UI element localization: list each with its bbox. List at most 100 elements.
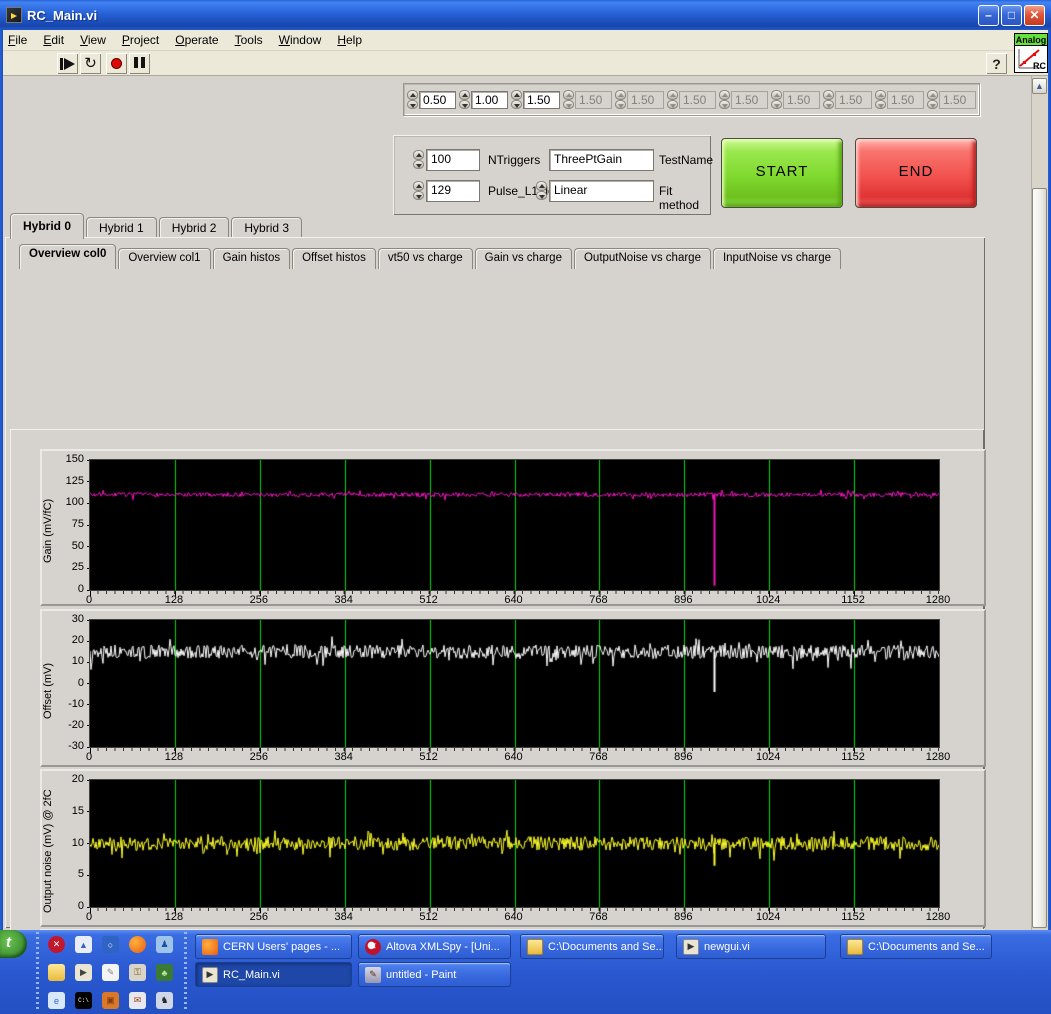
spin-down-icon (771, 100, 782, 110)
minimize-button[interactable]: – (978, 5, 999, 26)
start-button-fragment[interactable]: t (0, 930, 27, 958)
scroll-up-arrow-icon[interactable]: ▲ (1032, 78, 1047, 94)
red-badge-icon[interactable]: ✕ (48, 936, 65, 953)
cmd-icon[interactable]: C:\ (75, 992, 92, 1009)
package-icon[interactable]: ▣ (102, 992, 119, 1009)
menu-operate[interactable]: Operate (167, 31, 226, 49)
y-tick-label: 100 (66, 496, 84, 508)
x-tick-label: 384 (335, 594, 353, 606)
pulse-height-spinner[interactable]: 1.50 (511, 90, 563, 109)
tab-overview-col0[interactable]: Overview col0 (19, 244, 116, 269)
menu-window[interactable]: Window (271, 31, 330, 49)
globe-icon[interactable]: ○ (102, 936, 119, 953)
tab-hybrid-2[interactable]: Hybrid 2 (159, 217, 230, 239)
x-tick-label: 1152 (841, 594, 865, 606)
hat-icon[interactable]: ♞ (156, 992, 173, 1009)
menu-tools[interactable]: Tools (227, 31, 271, 49)
taskbar-button-cern[interactable]: CERN Users' pages - ... (195, 934, 352, 959)
pause-button[interactable] (129, 53, 150, 74)
sail-icon[interactable]: ▲ (75, 936, 92, 953)
tab-offset-histos[interactable]: Offset histos (292, 248, 376, 269)
run-continuous-button[interactable]: ↻ (80, 53, 101, 74)
x-tick-label: 768 (589, 594, 607, 606)
tab-hybrid-3[interactable]: Hybrid 3 (231, 217, 302, 239)
spin-down-icon[interactable] (407, 100, 418, 110)
spin-down-icon (875, 100, 886, 110)
notepad-icon[interactable]: ✎ (102, 964, 119, 981)
fit-method-label: Fit method (659, 184, 711, 212)
taskbar-button-paint[interactable]: ✎ untitled - Paint (358, 962, 511, 987)
taskbar-button-newgui[interactable]: ▶ newgui.vi (676, 934, 826, 959)
y-tick-label: 0 (78, 583, 84, 595)
run-button[interactable] (57, 53, 78, 74)
fit-method-field[interactable]: Linear (549, 180, 654, 202)
gain-y-ticks: 0255075100125150 (54, 459, 84, 589)
menu-project[interactable]: Project (114, 31, 167, 49)
maximize-button[interactable]: □ (1001, 5, 1022, 26)
spin-up-icon[interactable] (511, 90, 522, 100)
tab-outputnoise-vs-charge[interactable]: OutputNoise vs charge (574, 248, 711, 269)
menu-file[interactable]: File (0, 31, 35, 49)
spin-down-icon (667, 100, 678, 110)
view-tab-row: Overview col0 Overview col1 Gain histos … (19, 244, 843, 269)
pulse-heights-panel: 0.501.001.501.501.501.501.501.501.501.50… (403, 83, 980, 116)
menu-edit[interactable]: Edit (35, 31, 72, 49)
spin-up-icon[interactable] (459, 90, 470, 100)
x-tick-label: 0 (86, 911, 92, 923)
x-tick-label: 768 (589, 751, 607, 763)
pulse-height-spinner: 1.50 (563, 90, 615, 109)
config-panel: 100 NTriggers 129 Pulse_L1 delay ThreePt… (393, 135, 711, 215)
close-button[interactable]: ✕ (1024, 5, 1045, 26)
testname-field[interactable]: ThreePtGain (549, 149, 654, 171)
pulse-height-value: 1.50 (627, 91, 664, 109)
x-tick-label: 384 (335, 751, 353, 763)
folder-open-icon[interactable] (48, 964, 65, 981)
abort-button[interactable] (106, 53, 127, 74)
pulse-height-value[interactable]: 0.50 (419, 91, 456, 109)
spin-down-icon (823, 100, 834, 110)
taskbar-button-explorer-1[interactable]: C:\Documents and Se... (520, 934, 664, 959)
tab-inputnoise-vs-charge[interactable]: InputNoise vs charge (713, 248, 841, 269)
run-icon (60, 58, 63, 70)
tab-gain-histos[interactable]: Gain histos (213, 248, 291, 269)
spin-up-icon (927, 90, 938, 100)
output-noise-x-ticks: 0128256384512640768896102411521280 (89, 906, 938, 920)
taskbar-button-xmlspy[interactable]: ✕ Altova XMLSpy - [Uni... (358, 934, 511, 959)
scrollbar-thumb[interactable] (1032, 188, 1047, 928)
pulse-height-value[interactable]: 1.50 (523, 91, 560, 109)
ntriggers-field[interactable]: 100 (426, 149, 480, 171)
mail-doc-icon[interactable]: ✉ (129, 992, 146, 1009)
spin-down-icon[interactable] (459, 100, 470, 110)
vertical-scrollbar[interactable]: ▲ (1031, 76, 1048, 930)
labview-vi-icon[interactable]: ▶ (75, 964, 92, 981)
taskbar-button-rcmain[interactable]: ▶ RC_Main.vi (195, 962, 352, 987)
menu-view[interactable]: View (72, 31, 114, 49)
tab-hybrid-0[interactable]: Hybrid 0 (10, 213, 84, 239)
pulse-height-value: 1.50 (783, 91, 820, 109)
help-button[interactable]: ? (986, 53, 1007, 74)
ie-icon[interactable]: e (48, 992, 65, 1009)
tab-overview-col1[interactable]: Overview col1 (118, 248, 210, 269)
tree-icon[interactable]: ♣ (156, 964, 173, 981)
pulse-delay-field[interactable]: 129 (426, 180, 480, 202)
spin-down-icon (927, 100, 938, 110)
tab-vt50-vs-charge[interactable]: vt50 vs charge (378, 248, 473, 269)
spin-up-icon[interactable] (407, 90, 418, 100)
taskbar: t ✕ ▲ ○ ♟ ▶ ✎ ⚿ ♣ e C:\ ▣ ✉ ♞ CERN Users' pages - ..… (0, 930, 1051, 1014)
pulse-height-spinner[interactable]: 0.50 (407, 90, 459, 109)
pulse-height-spinner: 1.50 (875, 90, 927, 109)
firefox-icon[interactable] (129, 936, 146, 953)
keys-icon[interactable]: ⚿ (129, 964, 146, 981)
start-button[interactable]: START (721, 138, 843, 208)
end-button[interactable]: END (855, 138, 977, 208)
messenger-icon[interactable]: ♟ (156, 936, 173, 953)
pulse-height-spinner[interactable]: 1.00 (459, 90, 511, 109)
menu-help[interactable]: Help (329, 31, 370, 49)
tab-gain-vs-charge[interactable]: Gain vs charge (475, 248, 572, 269)
tab-hybrid-1[interactable]: Hybrid 1 (86, 217, 157, 239)
x-tick-label: 896 (674, 751, 692, 763)
x-tick-label: 512 (419, 751, 437, 763)
spin-down-icon[interactable] (511, 100, 522, 110)
pulse-height-value[interactable]: 1.00 (471, 91, 508, 109)
taskbar-button-explorer-2[interactable]: C:\Documents and Se... (840, 934, 992, 959)
